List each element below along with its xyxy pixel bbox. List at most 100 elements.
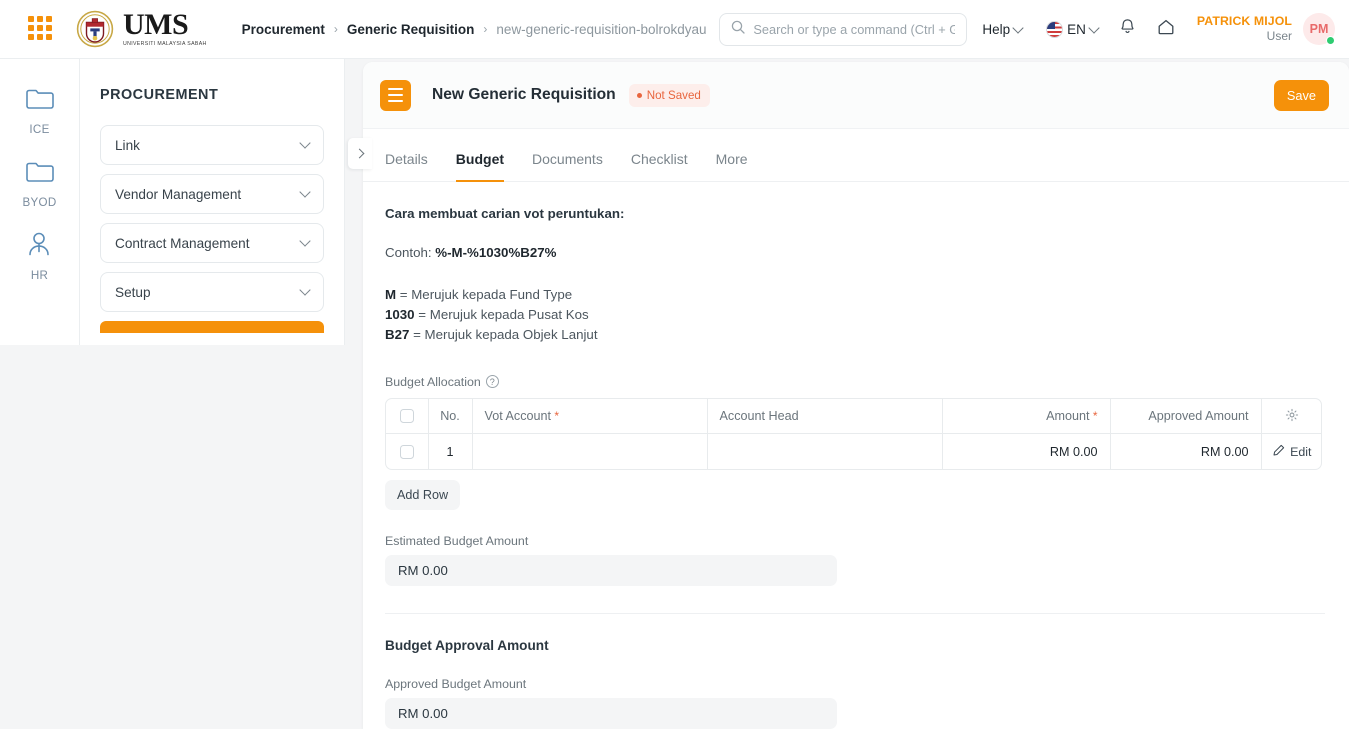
column-header-account-head: Account Head (707, 398, 943, 434)
row-checkbox[interactable] (399, 445, 414, 460)
document-card: New Generic Requisition Not Saved Save D… (363, 62, 1349, 729)
column-label: Vot Account (484, 409, 552, 424)
budget-tab-panel: Cara membuat carian vot peruntukan: Cont… (363, 182, 1349, 729)
chevron-down-icon (299, 186, 311, 198)
side-panel-title: PROCUREMENT (100, 87, 219, 103)
sidebar-accent-bar (100, 321, 324, 333)
breadcrumb-separator: › (333, 22, 338, 36)
tab-budget[interactable]: Budget (442, 151, 518, 182)
budget-allocation-label: Budget Allocation (385, 374, 481, 389)
user-tie-icon (25, 231, 55, 262)
rail-item-ice[interactable]: ICE (25, 85, 55, 136)
estimated-budget-field: Estimated Budget Amount RM 0.00 (385, 534, 837, 587)
add-row-button[interactable]: Add Row (385, 480, 461, 511)
search-input[interactable] (753, 21, 956, 37)
notifications-button[interactable] (1111, 12, 1145, 46)
table-settings-header (1261, 399, 1321, 434)
budget-hint-line: M = Merujuk kepada Fund Type (385, 285, 1325, 305)
estimated-budget-input[interactable]: RM 0.00 (385, 555, 837, 587)
select-all-header (386, 398, 429, 434)
language-selector[interactable]: EN (1037, 15, 1107, 44)
breadcrumb-item-generic-requisition[interactable]: Generic Requisition (347, 22, 475, 37)
help-circle-icon[interactable]: ? (485, 375, 499, 389)
gear-icon[interactable] (1285, 408, 1299, 425)
avatar-initials: PM (1309, 22, 1329, 36)
document-tabs: Details Budget Documents Checklist More (363, 129, 1349, 182)
budget-hint-code: B27 (385, 326, 410, 342)
row-account-head-cell[interactable] (707, 433, 943, 470)
column-header-approved-amount: Approved Amount (1110, 398, 1262, 434)
folder-icon (25, 158, 55, 189)
budget-hint-example: Contoh: %-M-%1030%B27% (385, 245, 1325, 260)
help-menu[interactable]: Help (973, 16, 1031, 43)
sidebar-item-contract-management[interactable]: Contract Management (100, 223, 324, 263)
table-header-row: No. Vot Account * Account Head Amount * … (386, 398, 1321, 434)
budget-hint-example-prefix: Contoh: (385, 245, 436, 260)
document-header: New Generic Requisition Not Saved Save (363, 62, 1349, 129)
budget-approval-section-title: Budget Approval Amount (385, 638, 549, 654)
sidebar-item-label: Contract Management (115, 235, 250, 251)
approved-budget-input[interactable]: RM 0.00 (385, 698, 837, 729)
row-vot-account-cell[interactable] (472, 433, 708, 470)
chevron-down-icon (299, 137, 311, 149)
page-title: New Generic Requisition (432, 86, 616, 103)
budget-hint-text: = Merujuk kepada Objek Lanjut (409, 326, 598, 342)
top-navbar: UMS UNIVERSITI MALAYSIA SABAH Procuremen… (0, 0, 1349, 59)
user-name: PATRICK MIJOL (1196, 13, 1292, 28)
rail-item-hr[interactable]: HR (25, 231, 55, 282)
row-amount-cell[interactable]: RM 0.00 (942, 433, 1111, 470)
budget-allocation-table-wrapper: No. Vot Account * Account Head Amount * … (385, 397, 1322, 471)
budget-hint-heading: Cara membuat carian vot peruntukan: (385, 206, 625, 221)
panel-collapse-toggle[interactable] (348, 138, 372, 169)
section-divider (385, 613, 1325, 615)
sidebar-item-label: Setup (115, 284, 151, 300)
save-button[interactable]: Save (1273, 79, 1329, 111)
rail-item-label: HR (30, 269, 49, 282)
tab-details[interactable]: Details (385, 151, 442, 181)
row-approved-amount-cell[interactable]: RM 0.00 (1110, 433, 1262, 470)
column-header-amount: Amount * (942, 398, 1111, 434)
status-badge: Not Saved (628, 83, 710, 107)
chevron-down-icon (299, 235, 311, 247)
pencil-icon (1273, 444, 1285, 459)
column-label: Amount (1046, 409, 1090, 424)
sidebar-item-vendor-management[interactable]: Vendor Management (100, 174, 324, 214)
sidebar-item-label: Link (115, 137, 140, 153)
tab-documents[interactable]: Documents (518, 151, 617, 181)
brand-subtitle: UNIVERSITI MALAYSIA SABAH (123, 41, 207, 48)
navbar-right-section: Help EN PATRICK MIJOL User PM (719, 12, 1349, 46)
row-edit-cell[interactable]: Edit (1261, 434, 1322, 470)
chevron-down-icon (299, 284, 311, 296)
row-select-cell (386, 433, 429, 470)
search-box[interactable] (719, 12, 968, 46)
sidebar-item-label: Vendor Management (115, 186, 242, 202)
select-all-checkbox[interactable] (399, 409, 414, 424)
edit-row-button[interactable]: Edit (1262, 434, 1322, 469)
breadcrumb-item-procurement[interactable]: Procurement (242, 22, 325, 37)
budget-hint-list: M = Merujuk kepada Fund Type 1030 = Meru… (385, 285, 1325, 345)
budget-hint-example-code: %-M-%1030%B27% (435, 245, 557, 260)
user-info[interactable]: PATRICK MIJOL User (1197, 14, 1292, 44)
online-status-dot (1326, 36, 1335, 45)
search-icon (731, 20, 745, 39)
sidebar-item-setup[interactable]: Setup (100, 272, 324, 312)
avatar[interactable]: PM (1303, 13, 1335, 45)
ums-crest-icon (76, 10, 114, 48)
bell-icon (1118, 17, 1137, 41)
home-button[interactable] (1149, 12, 1183, 46)
breadcrumb-item-current: new-generic-requisition-bolrokdyau (496, 21, 707, 37)
budget-hint-text: = Merujuk kepada Pusat Kos (414, 306, 589, 322)
brand-name: UMS (123, 8, 189, 42)
budget-hint-code: 1030 (385, 306, 415, 322)
edit-label: Edit (1290, 444, 1312, 459)
column-header-no: No. (428, 398, 473, 434)
sidebar-item-link[interactable]: Link (100, 125, 324, 165)
tab-more[interactable]: More (702, 151, 762, 181)
rail-item-byod[interactable]: BYOD (22, 158, 56, 209)
hamburger-menu-icon[interactable] (380, 79, 411, 111)
table-row[interactable]: 1 RM 0.00 RM 0.00 Edit (386, 433, 1322, 470)
brand-logo[interactable]: UMS UNIVERSITI MALAYSIA SABAH (76, 10, 207, 48)
tab-checklist[interactable]: Checklist (617, 151, 702, 181)
budget-allocation-label-row: Budget Allocation ? (385, 375, 1325, 389)
apps-grid-icon[interactable] (28, 16, 54, 42)
